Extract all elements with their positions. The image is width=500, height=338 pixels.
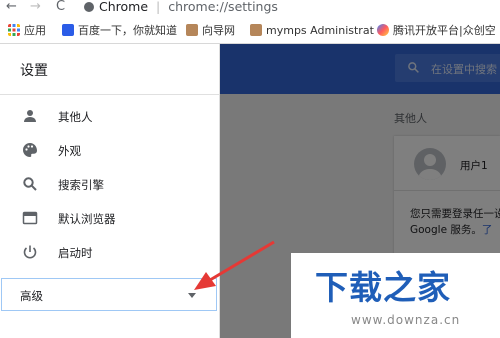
sidebar-item-appearance[interactable]: 外观 xyxy=(0,136,220,166)
sidebar-item-default-browser[interactable]: 默认浏览器 xyxy=(0,204,220,234)
watermark-url: www.downza.cn xyxy=(351,313,461,327)
bookmark-label: 腾讯开放平台|众创空 xyxy=(393,24,496,37)
apps-grid-icon xyxy=(8,24,20,36)
sign-in-description: 您只需要登录任一设 Google 服务。了 xyxy=(410,206,500,238)
avatar[interactable] xyxy=(414,148,446,180)
desc-line-2: Google 服务。了 xyxy=(410,222,500,238)
sidebar-item-label: 默认浏览器 xyxy=(58,212,116,226)
person-icon xyxy=(24,110,36,122)
watermark: 下载之家 www.downza.cn xyxy=(291,253,500,338)
back-arrow-icon[interactable]: ← xyxy=(6,0,17,14)
baidu-paw-icon xyxy=(62,24,74,36)
bookmark-baidu[interactable]: 百度一下，你就知道 xyxy=(62,24,177,38)
url-text[interactable]: chrome://settings xyxy=(168,0,278,14)
bookmark-label: 向导网 xyxy=(202,24,235,37)
divider xyxy=(0,94,220,95)
browser-toolbar: ← → C Chrome | chrome://settings xyxy=(0,0,500,16)
advanced-label: 高级 xyxy=(20,289,43,303)
sidebar-item-other-people[interactable]: 其他人 xyxy=(0,102,220,132)
desc-text: Google 服务。 xyxy=(410,224,482,236)
sidebar-item-label: 启动时 xyxy=(58,246,93,260)
power-icon xyxy=(23,245,37,259)
section-title-other-people: 其他人 xyxy=(394,112,427,125)
sidebar-item-label: 搜索引擎 xyxy=(58,178,104,192)
forward-arrow-icon[interactable]: → xyxy=(30,0,41,14)
avatar-person-icon xyxy=(418,154,442,180)
dog-icon xyxy=(250,24,262,36)
learn-more-link[interactable]: 了 xyxy=(482,224,493,236)
bookmark-tencent[interactable]: 腾讯开放平台|众创空 xyxy=(377,24,496,38)
bookmark-mymps[interactable]: mymps Administrat xyxy=(250,24,374,38)
settings-search-input[interactable]: 在设置中搜索 xyxy=(395,54,500,82)
search-placeholder: 在设置中搜索 xyxy=(431,63,497,76)
search-icon xyxy=(408,62,419,73)
bookmark-label: mymps Administrat xyxy=(266,24,374,37)
bookmarks-bar: 应用 百度一下，你就知道 向导网 mymps Administrat 腾讯开放平… xyxy=(0,17,500,44)
desc-line-1: 您只需要登录任一设 xyxy=(410,208,500,220)
bookmark-apps[interactable]: 应用 xyxy=(8,24,46,38)
watermark-logo-text: 下载之家 xyxy=(315,268,451,307)
sidebar-title: 设置 xyxy=(20,63,48,79)
browser-window-icon xyxy=(22,211,38,225)
bookmark-xiangdao[interactable]: 向导网 xyxy=(186,24,235,38)
bookmark-label: 百度一下，你就知道 xyxy=(78,24,177,37)
sidebar-item-label: 外观 xyxy=(58,144,81,158)
tencent-icon xyxy=(377,24,389,36)
palette-icon xyxy=(23,143,37,157)
address-bar[interactable]: Chrome | chrome://settings xyxy=(84,0,500,16)
sidebar-item-label: 其他人 xyxy=(58,110,93,124)
search-icon xyxy=(23,177,37,191)
tab-label: Chrome xyxy=(99,0,149,14)
divider xyxy=(394,190,500,191)
dog-icon xyxy=(186,24,198,36)
reload-icon[interactable]: C xyxy=(56,0,65,14)
annotation-arrow-icon xyxy=(194,240,275,290)
sidebar-item-search-engine[interactable]: 搜索引擎 xyxy=(0,170,220,200)
user-name[interactable]: 用户1 xyxy=(460,158,488,173)
bookmark-label: 应用 xyxy=(24,24,46,37)
site-info-icon[interactable] xyxy=(84,2,94,12)
settings-header: 在设置中搜索 xyxy=(220,44,500,94)
